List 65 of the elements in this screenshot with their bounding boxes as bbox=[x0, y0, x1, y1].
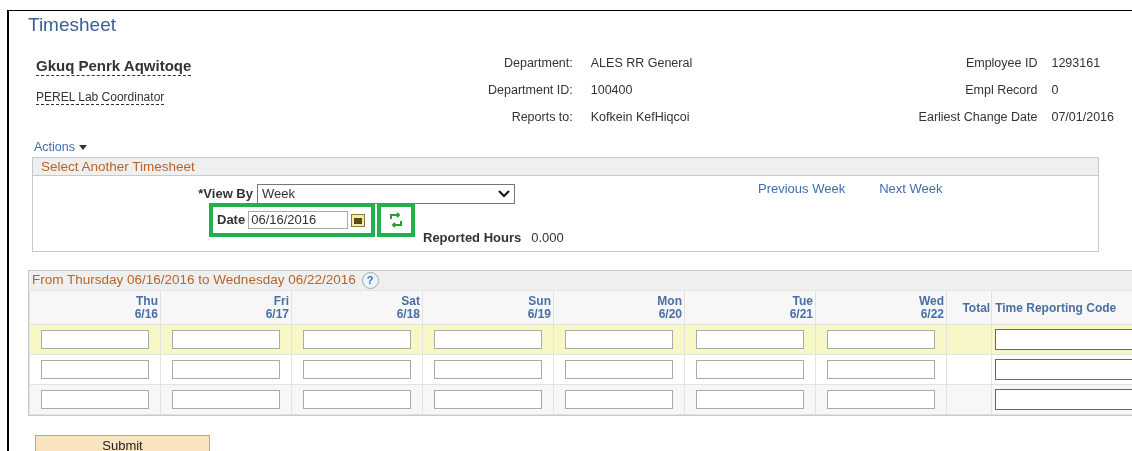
column-header: Tue 6/21 bbox=[684, 290, 816, 325]
hours-field[interactable] bbox=[565, 390, 673, 409]
field-value: Kofkein KefHiqcoi bbox=[590, 108, 691, 126]
field-label: Earliest Change Date bbox=[918, 108, 1038, 126]
view-by-label: *View By bbox=[197, 185, 253, 204]
date-label: Date bbox=[217, 211, 246, 230]
hours-field[interactable] bbox=[696, 330, 804, 349]
actions-menu[interactable]: Actions bbox=[34, 138, 87, 157]
hours-field[interactable] bbox=[565, 330, 673, 349]
column-header: Fri 6/17 bbox=[160, 290, 292, 325]
hours-field[interactable] bbox=[434, 360, 542, 379]
hours-field[interactable] bbox=[303, 390, 411, 409]
caret-icon bbox=[79, 145, 87, 151]
field-value: 0 bbox=[1051, 81, 1060, 99]
column-header: Wed 6/22 bbox=[815, 290, 947, 325]
hours-field[interactable] bbox=[565, 360, 673, 379]
week-link[interactable]: Previous Week bbox=[758, 179, 846, 199]
hours-field[interactable] bbox=[827, 360, 935, 379]
chevron-down-icon bbox=[498, 190, 510, 198]
field-value: 100400 bbox=[590, 81, 634, 99]
page-title: Timesheet bbox=[28, 13, 117, 37]
employee-name: Gkuq Penrk Aqwitoqe bbox=[36, 57, 192, 76]
column-header: Sat 6/18 bbox=[291, 290, 423, 325]
week-link[interactable]: Next Week bbox=[879, 179, 943, 199]
refresh-icon[interactable] bbox=[389, 212, 403, 228]
grid-title: From Thursday 06/16/2016 to Wednesday 06/22/2016 bbox=[32, 271, 356, 290]
panel-header: Select Another Timesheet bbox=[33, 158, 1098, 176]
column-header: Total bbox=[946, 290, 992, 325]
field-label: Department ID: bbox=[488, 81, 573, 99]
hours-field[interactable] bbox=[696, 390, 804, 409]
hours-field[interactable] bbox=[172, 360, 280, 379]
hours-field[interactable] bbox=[434, 390, 542, 409]
time-reporting-code-field[interactable] bbox=[995, 329, 1132, 350]
field-label: Reports to: bbox=[510, 108, 573, 126]
field-label: Employee ID bbox=[964, 55, 1038, 72]
field-label: Empl Record bbox=[964, 81, 1038, 99]
field-value: 07/01/2016 bbox=[1051, 108, 1114, 126]
time-reporting-code-field[interactable] bbox=[995, 359, 1132, 380]
hours-field[interactable] bbox=[827, 390, 935, 409]
field-label: Department: bbox=[503, 55, 573, 72]
field-value: 1293161 bbox=[1051, 55, 1102, 72]
reported-hours-value: 0.000 bbox=[531, 229, 564, 247]
hours-field[interactable] bbox=[696, 360, 804, 379]
view-by-select[interactable]: Week bbox=[257, 184, 515, 204]
hours-field[interactable] bbox=[303, 330, 411, 349]
time-reporting-code-field[interactable] bbox=[995, 389, 1132, 410]
help-icon[interactable]: ? bbox=[361, 272, 379, 289]
column-header: Thu 6/16 bbox=[29, 290, 161, 325]
hours-field[interactable] bbox=[434, 330, 542, 349]
date-field[interactable]: 06/16/2016 bbox=[248, 211, 349, 229]
job-title: PEREL Lab Coordinator bbox=[36, 90, 165, 105]
hours-field[interactable] bbox=[827, 330, 935, 349]
column-header: Time Reporting Code bbox=[991, 290, 1132, 325]
field-value: ALES RR General bbox=[590, 55, 693, 72]
submit-button[interactable]: Submit bbox=[35, 435, 210, 451]
hours-field[interactable] bbox=[41, 360, 149, 379]
hours-field[interactable] bbox=[41, 330, 149, 349]
hours-field[interactable] bbox=[172, 330, 280, 349]
calendar-icon[interactable] bbox=[351, 213, 366, 227]
hours-field[interactable] bbox=[172, 390, 280, 409]
column-header: Sun 6/19 bbox=[422, 290, 554, 325]
reported-hours-label: Reported Hours bbox=[423, 229, 522, 247]
hours-field[interactable] bbox=[41, 390, 149, 409]
column-header: Mon 6/20 bbox=[553, 290, 685, 325]
hours-field[interactable] bbox=[303, 360, 411, 379]
